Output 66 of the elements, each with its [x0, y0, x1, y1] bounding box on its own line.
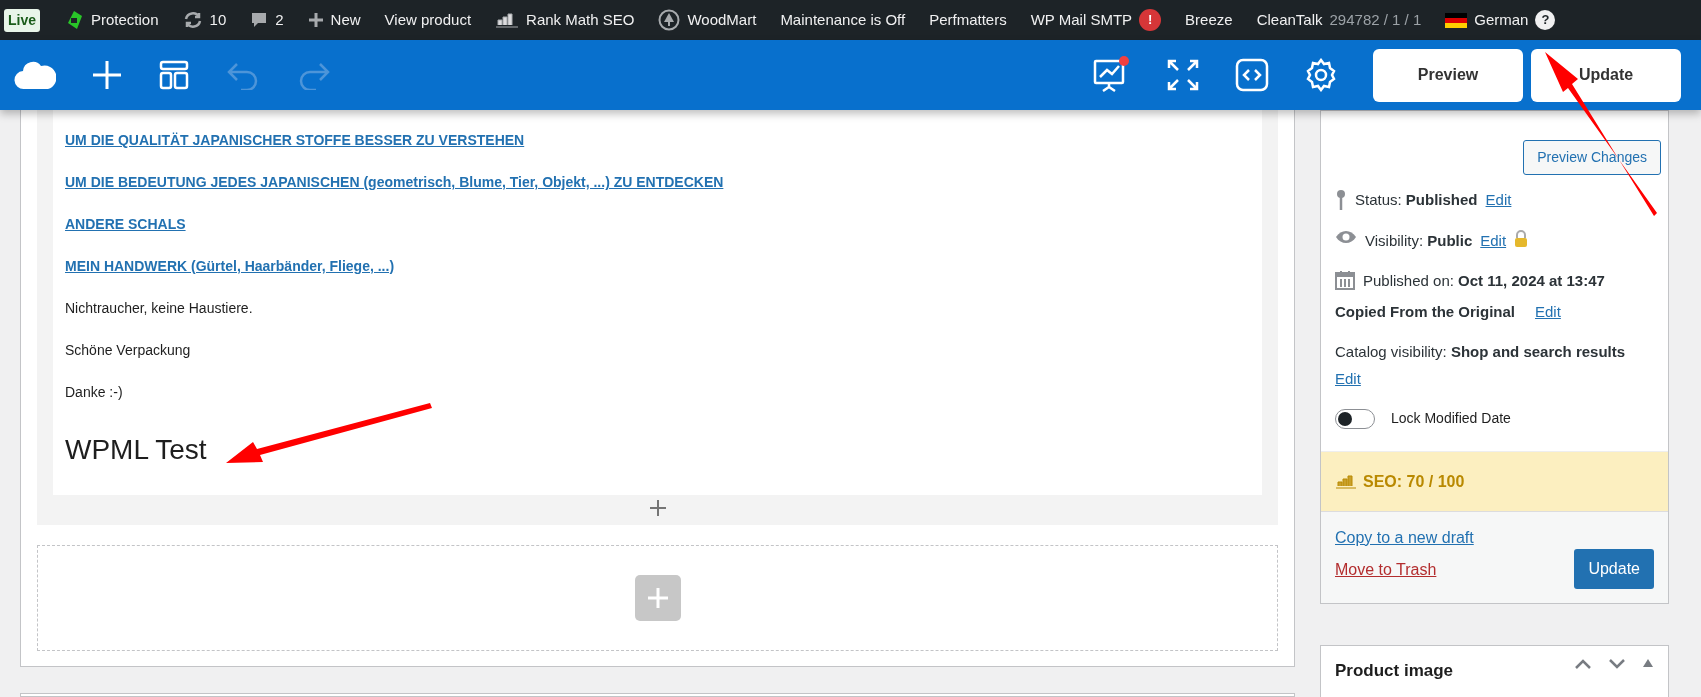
field-text: Status: Published	[1355, 190, 1478, 210]
padlock-icon	[1514, 229, 1529, 248]
update-button[interactable]: Update	[1574, 549, 1654, 589]
settings-icon[interactable]	[1304, 58, 1338, 92]
field-text: Visibility: Public	[1365, 230, 1473, 251]
stats-text: 294782 / 1 / 1	[1329, 9, 1422, 30]
code-icon[interactable]	[1235, 58, 1269, 92]
menu-item[interactable]: Maintenance is Off	[780, 8, 906, 32]
layout-icon[interactable]	[158, 59, 190, 91]
menu-item[interactable]: 2	[275, 8, 284, 32]
toggle-switch[interactable]	[1335, 408, 1375, 429]
field-text: Published on: Oct 11, 2024 at 13:47	[1363, 271, 1605, 291]
edit-link[interactable]: Edit	[1480, 229, 1507, 252]
content-link[interactable]: UM DIE QUALITÄT JAPANISCHER STOFFE BESSER ZU VERSTEHEN	[65, 132, 525, 148]
live-badge: Live	[4, 8, 40, 32]
edit-link[interactable]: Edit	[1485, 189, 1512, 212]
menu-item[interactable]: Rank Math SEO	[526, 8, 635, 32]
preview-changes-button[interactable]: Preview Changes	[1523, 140, 1661, 175]
field-text: Catalog visibility: Shop and search results	[1335, 342, 1626, 362]
paragraph-text: Schöne Verpackung	[65, 341, 192, 360]
menu-item[interactable]: Perfmatters	[929, 8, 1007, 32]
menu-item[interactable]: Protection	[91, 8, 159, 32]
seo-score: SEO: 70 / 100	[1363, 471, 1465, 492]
menu-item[interactable]: New	[330, 8, 361, 32]
panel-title: Product image	[1335, 660, 1454, 682]
edit-link[interactable]: Edit	[1535, 300, 1561, 323]
plus-icon	[307, 12, 324, 28]
update-button[interactable]: Update	[1531, 48, 1681, 102]
paragraph-text: Danke :-)	[65, 383, 124, 402]
menu-item[interactable]: Breeze	[1185, 8, 1233, 32]
fullscreen-icon[interactable]	[1166, 58, 1200, 92]
preview-button[interactable]: Preview	[1373, 48, 1523, 102]
chevron-down-icon[interactable]	[1608, 658, 1626, 670]
content-link[interactable]: MEIN HANDWERK (Gürtel, Haarbänder, Fliege, ...)	[65, 258, 395, 274]
comment-icon	[250, 11, 269, 29]
rank-chart-icon	[1335, 473, 1357, 490]
bar-chart-icon	[495, 11, 520, 29]
toggle-label: Lock Modified Date	[1391, 409, 1511, 428]
alert-badge: !	[1139, 9, 1162, 31]
heading-text: WPML Test	[65, 433, 208, 467]
menu-item[interactable]: German	[1474, 8, 1529, 32]
add-icon[interactable]	[648, 499, 667, 517]
chevron-up-icon[interactable]	[1574, 658, 1592, 670]
note-text: Copied From the Original	[1335, 301, 1515, 322]
flag-icon	[1445, 12, 1468, 28]
content-link[interactable]: ANDERE SCHALS	[65, 216, 186, 232]
presentation-chart-icon[interactable]	[1091, 55, 1131, 95]
trash-link[interactable]: Move to Trash	[1335, 558, 1474, 582]
collapse-triangle-icon[interactable]	[1642, 658, 1654, 668]
help-icon[interactable]: ?	[1535, 10, 1556, 30]
cloud-logo-icon[interactable]	[14, 59, 56, 91]
menu-item[interactable]: CleanTalk	[1256, 8, 1323, 32]
copy-draft-link[interactable]: Copy to a new draft	[1335, 526, 1474, 550]
menu-item[interactable]: WoodMart	[687, 8, 757, 32]
plus-icon	[645, 586, 670, 610]
content-link[interactable]: UM DIE BEDEUTUNG JEDES JAPANISCHEN (geometrisch, Blume, Tier, Objekt, ...) ZU ENTDECKEN	[65, 174, 724, 190]
tree-circle-icon	[658, 9, 681, 31]
menu-item[interactable]: 10	[209, 8, 227, 32]
paragraph-text: Nichtraucher, keine Haustiere.	[65, 299, 254, 318]
eye-icon	[1335, 229, 1357, 244]
edit-link[interactable]: Edit	[1335, 367, 1361, 390]
menu-item[interactable]: View product	[384, 8, 472, 32]
refresh-icon	[182, 11, 203, 29]
pin-icon	[1335, 189, 1347, 211]
menu-item[interactable]: WP Mail SMTP	[1030, 8, 1133, 32]
calendar-icon	[1335, 270, 1355, 290]
